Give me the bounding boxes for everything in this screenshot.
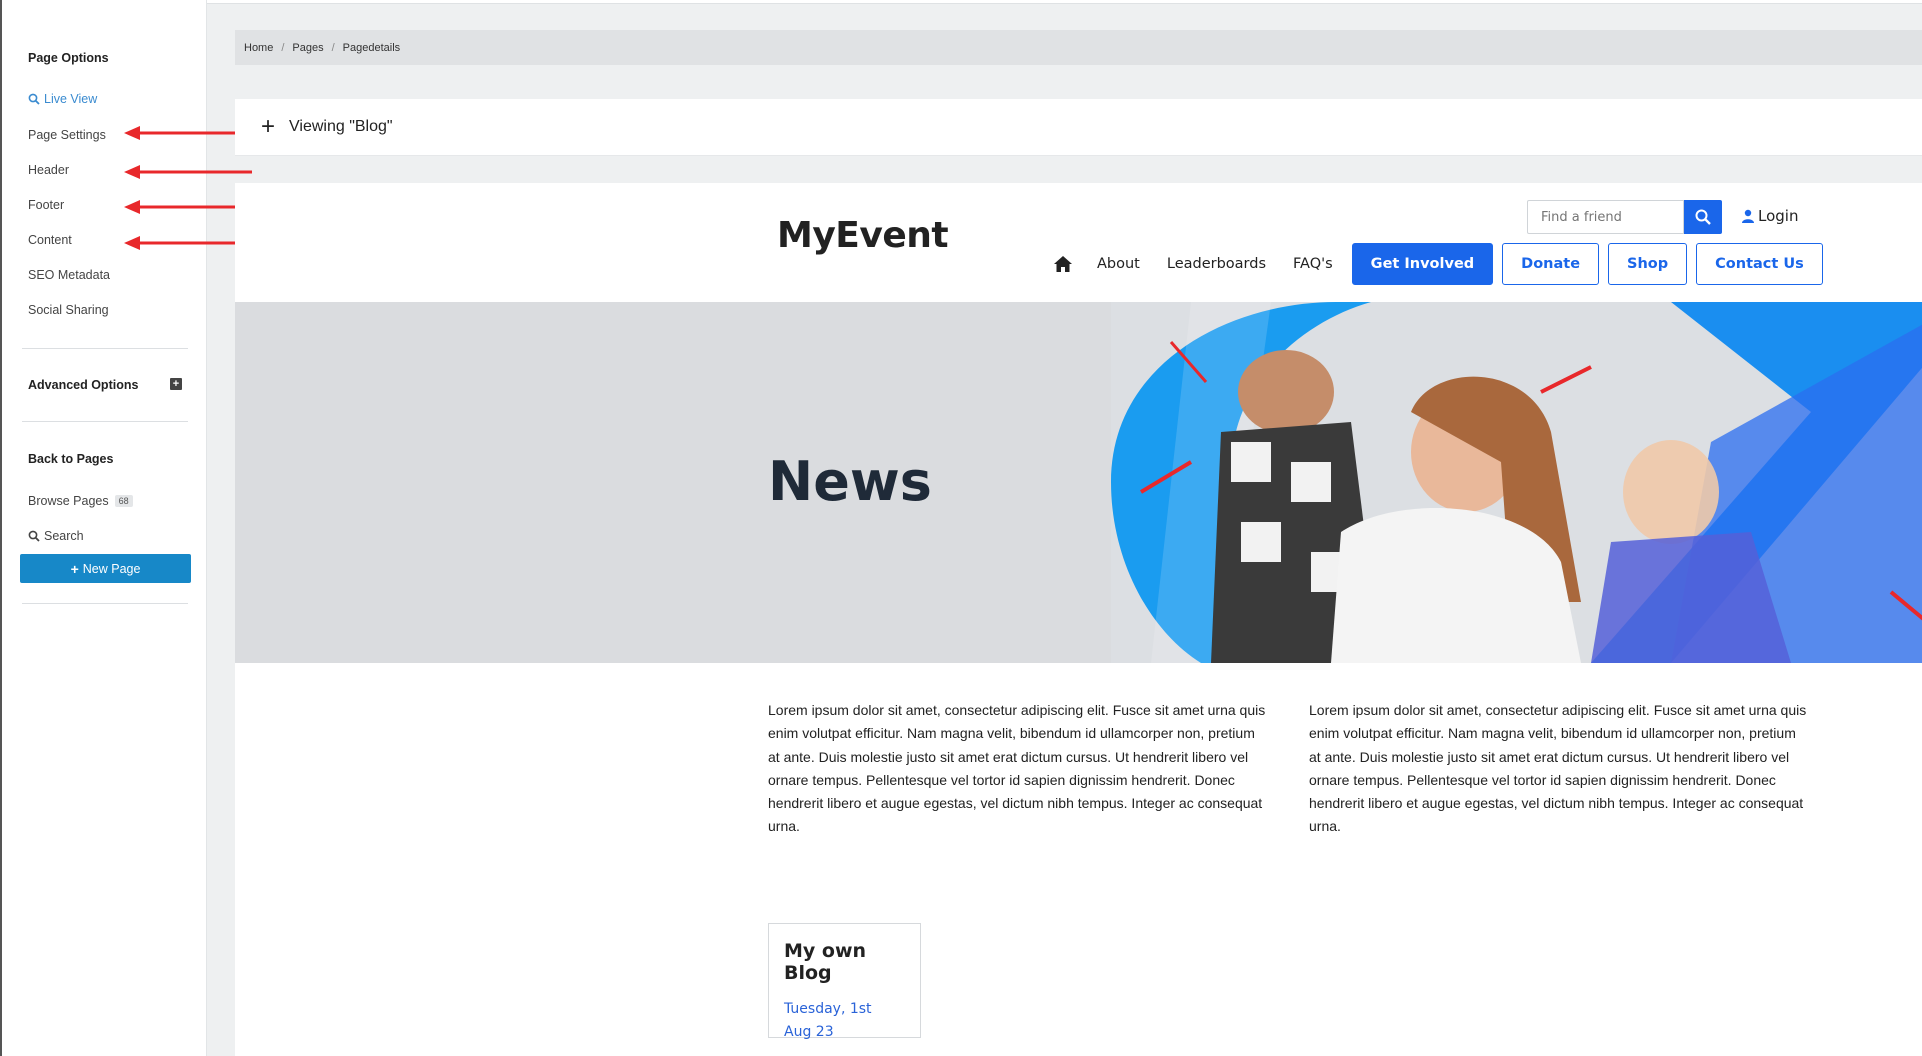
shop-button[interactable]: Shop (1608, 243, 1688, 285)
new-page-button[interactable]: + New Page (20, 554, 191, 583)
breadcrumb-home[interactable]: Home (244, 42, 273, 54)
sidebar-item-label: Live View (44, 92, 98, 106)
divider (22, 603, 188, 604)
hero-image (1111, 302, 1922, 663)
breadcrumb-current: Pagedetails (342, 41, 401, 54)
viewing-bar: + Viewing "Blog" (235, 99, 1922, 156)
site-preview: MyEvent Login About Leaderboards FAQ's G… (235, 183, 1922, 1056)
top-strip (207, 0, 1922, 4)
blog-card[interactable]: My own Blog Tuesday, 1st Aug 23 (768, 923, 921, 1040)
sidebar-item-page-settings[interactable]: Page Settings (28, 128, 106, 142)
contact-us-button[interactable]: Contact Us (1696, 243, 1823, 285)
blog-card-date-line-1: Tuesday, 1st (784, 1001, 872, 1017)
sidebar-item-header[interactable]: Header (28, 163, 69, 177)
sidebar: Page Options Live View Page Settings Hea… (0, 0, 207, 1056)
sidebar-item-label: Social Sharing (28, 303, 109, 317)
sidebar-item-label: Search (44, 529, 84, 543)
sidebar-item-social-sharing[interactable]: Social Sharing (28, 303, 109, 317)
site-logo[interactable]: MyEvent (777, 215, 949, 256)
hero-banner: News (235, 302, 1922, 663)
nav-faqs[interactable]: FAQ's (1293, 256, 1333, 272)
plus-icon: + (70, 560, 79, 577)
find-friend-input[interactable] (1527, 200, 1684, 234)
login-link[interactable]: Login (1741, 207, 1798, 225)
annotation-arrow (124, 126, 252, 140)
sidebar-item-footer[interactable]: Footer (28, 198, 64, 212)
nav-about[interactable]: About (1097, 256, 1140, 272)
nav-leaderboards[interactable]: Leaderboards (1167, 256, 1266, 272)
sidebar-item-label: Browse Pages (28, 494, 109, 508)
content-paragraph-2: Lorem ipsum dolor sit amet, consectetur … (1309, 702, 1807, 835)
advanced-options-toggle[interactable]: Advanced Options (28, 378, 138, 392)
breadcrumb: Home / Pages / Pagedetails (235, 30, 1922, 65)
hero-title: News (768, 450, 932, 513)
sidebar-item-browse-pages[interactable]: Browse Pages 68 (28, 494, 133, 508)
login-label: Login (1758, 207, 1799, 225)
annotation-arrow (124, 200, 252, 214)
blog-card-title: My own Blog (784, 940, 867, 984)
back-to-pages-title: Back to Pages (28, 452, 114, 466)
user-icon (1742, 209, 1754, 223)
search-icon (28, 530, 40, 542)
search-icon (1695, 209, 1711, 225)
plus-icon[interactable]: + (261, 115, 275, 139)
sidebar-item-label: Content (28, 233, 72, 247)
expand-plus-icon[interactable]: + (170, 378, 182, 390)
divider (22, 421, 188, 422)
search-button[interactable] (1684, 200, 1722, 234)
sidebar-item-search[interactable]: Search (28, 529, 84, 543)
sidebar-item-label: Header (28, 163, 69, 177)
content-paragraph-1: Lorem ipsum dolor sit amet, consectetur … (768, 702, 1266, 835)
annotation-arrow (124, 165, 252, 179)
home-icon[interactable] (1053, 255, 1073, 273)
blog-card-date-line-2: Aug 23 (784, 1024, 834, 1040)
sidebar-item-label: Footer (28, 198, 65, 212)
count-badge: 68 (114, 495, 133, 507)
sidebar-item-label: SEO Metadata (28, 268, 110, 282)
sidebar-item-label: Page Settings (28, 128, 106, 142)
donate-button[interactable]: Donate (1502, 243, 1600, 285)
divider (22, 348, 188, 349)
breadcrumb-separator: / (281, 41, 285, 54)
get-involved-button[interactable]: Get Involved (1351, 243, 1494, 285)
annotation-arrow (124, 236, 252, 250)
new-page-label: New Page (82, 561, 141, 576)
breadcrumb-pages[interactable]: Pages (292, 42, 323, 54)
site-nav: About Leaderboards FAQ's Get Involved Do… (1053, 243, 1832, 285)
viewing-title: Viewing "Blog" (289, 118, 393, 135)
breadcrumb-separator: / (331, 41, 335, 54)
sidebar-item-live-view[interactable]: Live View (28, 92, 97, 106)
sidebar-item-content[interactable]: Content (28, 233, 72, 247)
search-icon (28, 93, 40, 105)
sidebar-item-seo-metadata[interactable]: SEO Metadata (28, 268, 110, 282)
page-options-title: Page Options (28, 51, 109, 65)
